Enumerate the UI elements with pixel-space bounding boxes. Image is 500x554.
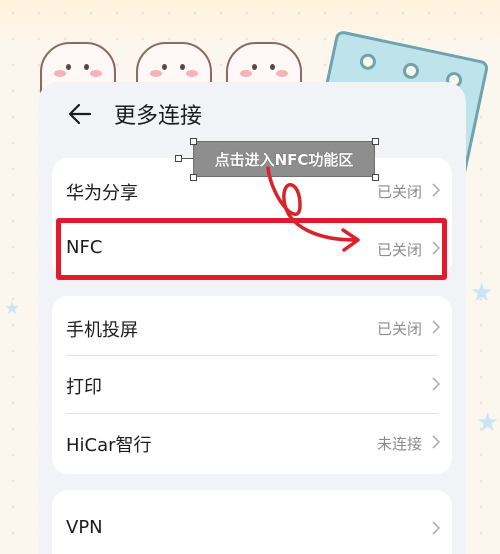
annotation-arrow [266,166,360,252]
